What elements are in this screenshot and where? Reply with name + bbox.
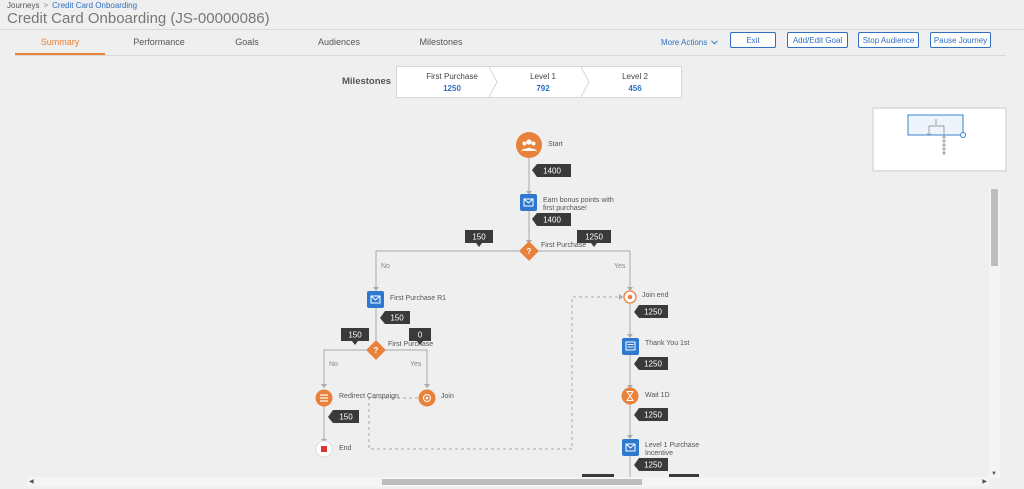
count-badge-start: 1400 [532,164,571,177]
question-glyph: ? [374,346,379,355]
join-glyph-dot [425,396,429,400]
audience-icon [516,132,542,158]
branch-no-label-2: No [329,361,338,368]
first-purchase-r1-node[interactable]: First Purchase R1 [367,291,446,308]
vertical-scroll-thumb[interactable] [991,189,998,266]
scroll-right-arrow-icon[interactable]: ▶ [982,478,987,485]
start-label: Start [548,141,563,148]
count-badge-text: 0 [418,331,423,340]
join-end-label: Join end [642,292,669,299]
message-icon [622,338,639,355]
connector-arrowheads [321,191,633,443]
thank-you-label: Thank You 1st [645,340,689,347]
thank-you-node[interactable]: Thank You 1st [622,338,689,355]
question-glyph: ? [527,247,532,256]
count-badge-branch-no: 150 [465,230,493,247]
earn-bonus-node[interactable]: Earn bonus points with first purchase! [520,194,616,212]
wait-label: Wait 1D [645,392,670,399]
count-badge-redirect: 150 [328,410,359,423]
level1-incentive-label: Level 1 Purchase Incentive [645,442,701,457]
journey-canvas[interactable]: No Yes No Yes Start Earn bonus points wi… [0,0,1024,489]
horizontal-scrollbar[interactable]: ◀ ▶ [27,477,989,487]
count-badge-text: 1400 [543,216,561,225]
branch-yes-label: Yes [614,263,626,270]
count-badge-text: 1250 [644,360,662,369]
branch-no-label: No [381,263,390,270]
minimap-resize-handle[interactable] [960,132,966,138]
earn-bonus-label-line2: first purchase! [543,205,587,212]
decision-1-label: First Purchase [541,242,586,249]
end-node[interactable]: End [315,440,352,458]
count-badge-thank-you: 1250 [634,357,668,370]
scroll-left-arrow-icon[interactable]: ◀ [29,478,34,485]
redirect-campaign-node[interactable]: Redirect Campaign [315,389,400,407]
count-badge-level1: 1250 [634,458,668,471]
count-badge-text: 150 [339,413,353,422]
count-badge-d2-no: 150 [341,328,369,345]
decision-2-label: First Purchase [388,341,433,348]
wait-node[interactable]: Wait 1D [621,387,670,405]
first-purchase-r1-label: First Purchase R1 [390,295,446,302]
count-badge-text: 150 [472,233,486,242]
minimap-viewport[interactable] [907,114,964,136]
stop-glyph [321,446,327,452]
earn-bonus-label-line1: Earn bonus points with [543,197,614,204]
count-badge-join-end: 1250 [634,305,668,318]
earn-bonus-label: Earn bonus points with first purchase! [543,197,616,212]
start-node[interactable]: Start [516,132,563,158]
count-badge-wait: 1250 [634,408,668,421]
vertical-scrollbar[interactable]: ▼ [989,189,1000,478]
count-badge-text: 150 [390,314,404,323]
scroll-down-arrow-icon[interactable]: ▼ [991,471,997,477]
end-label: End [339,445,352,452]
redirect-campaign-label: Redirect Campaign [339,393,399,400]
minimap[interactable] [872,107,1007,172]
count-badge-text: 1250 [644,411,662,420]
horizontal-scroll-thumb[interactable] [382,479,642,485]
level1-incentive-node[interactable]: Level 1 Purchase Incentive [622,439,701,457]
branch-yes-label-2: Yes [410,361,422,368]
count-badge-text: 1250 [644,308,662,317]
level1-incentive-label-line2: Incentive [645,450,673,457]
count-badge-text: 150 [348,331,362,340]
join-glyph-dot [627,294,633,300]
count-badge-text: 1250 [644,461,662,470]
join-label: Join [441,393,454,400]
count-badge-r1: 150 [380,311,410,324]
join-end-node[interactable]: Join end [623,290,669,304]
level1-incentive-label-line1: Level 1 Purchase [645,442,699,449]
count-badge-earn-bonus: 1400 [532,213,571,226]
join-node[interactable]: Join [418,389,454,407]
minimap-canvas [907,114,966,155]
count-badge-text: 1400 [543,167,561,176]
count-badge-text: 1250 [585,233,603,242]
